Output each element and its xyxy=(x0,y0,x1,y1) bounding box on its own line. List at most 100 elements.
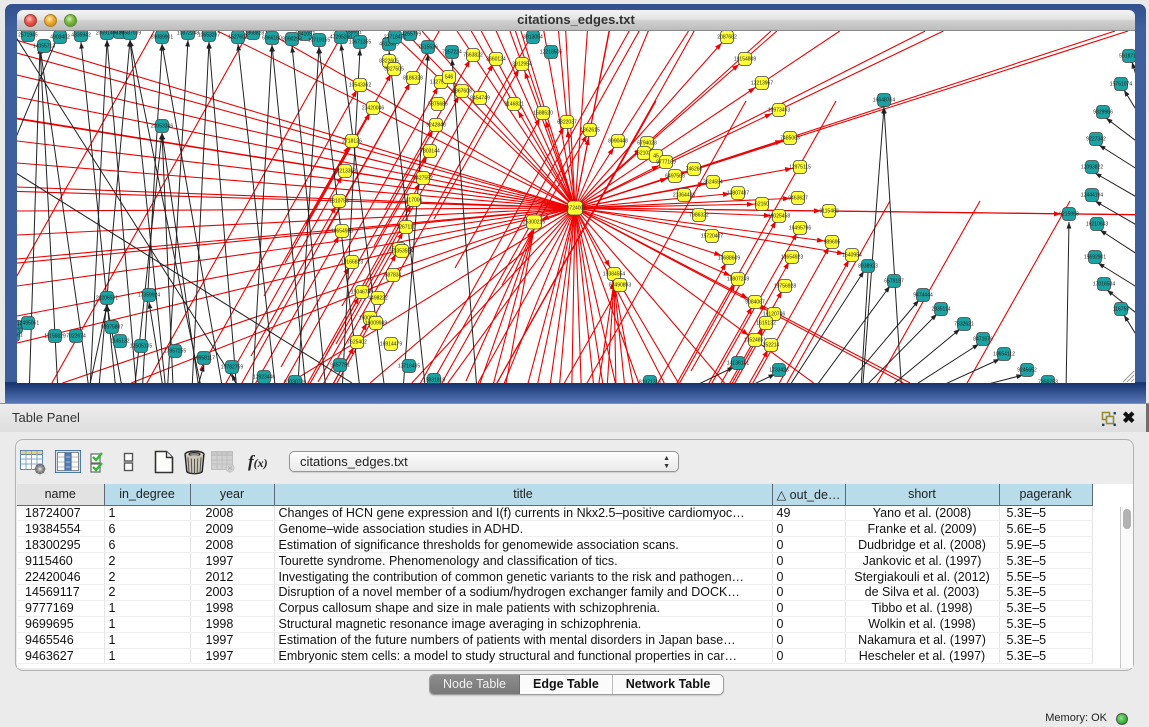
svg-text:20206531: 20206531 xyxy=(96,296,118,302)
svg-text:2718126: 2718126 xyxy=(342,139,362,145)
svg-text:989695: 989695 xyxy=(824,240,841,246)
svg-text:8938923: 8938923 xyxy=(858,264,878,270)
svg-text:587834: 587834 xyxy=(385,273,402,279)
svg-text:87490893: 87490893 xyxy=(609,283,631,289)
svg-text:91030736: 91030736 xyxy=(284,380,306,384)
svg-text:17957255: 17957255 xyxy=(164,349,186,355)
svg-text:12093822: 12093822 xyxy=(1081,165,1103,171)
svg-text:8427552: 8427552 xyxy=(413,176,433,182)
svg-text:9215958: 9215958 xyxy=(1059,212,1079,218)
svg-text:16210643: 16210643 xyxy=(1086,222,1108,228)
svg-text:20053346: 20053346 xyxy=(151,124,173,130)
svg-text:16009949: 16009949 xyxy=(365,321,387,327)
svg-text:16648764: 16648764 xyxy=(873,98,895,104)
svg-text:3660124: 3660124 xyxy=(486,57,506,63)
svg-text:9227342: 9227342 xyxy=(1086,137,1106,143)
svg-text:5918715: 5918715 xyxy=(1119,54,1135,60)
svg-text:7632621: 7632621 xyxy=(954,322,974,328)
svg-text:417006: 417006 xyxy=(406,198,423,204)
svg-text:8813054: 8813054 xyxy=(523,35,543,41)
svg-text:62160: 62160 xyxy=(755,202,769,208)
svg-text:10719155: 10719155 xyxy=(308,38,330,44)
svg-text:13654923: 13654923 xyxy=(781,255,803,261)
svg-text:2571945: 2571945 xyxy=(18,33,38,39)
svg-text:1527602: 1527602 xyxy=(228,35,248,41)
svg-text:10025458: 10025458 xyxy=(768,214,790,220)
svg-text:3915161: 3915161 xyxy=(17,333,23,339)
svg-text:8990448: 8990448 xyxy=(608,139,628,145)
svg-text:10654112: 10654112 xyxy=(993,352,1015,358)
svg-text:20691406: 20691406 xyxy=(96,31,118,37)
svg-text:4903402: 4903402 xyxy=(50,35,70,41)
svg-text:6322037: 6322037 xyxy=(557,120,577,126)
svg-text:23718431: 23718431 xyxy=(384,35,406,41)
svg-text:81971316: 81971316 xyxy=(639,380,661,384)
svg-text:1733426: 1733426 xyxy=(769,368,789,374)
svg-text:7803144: 7803144 xyxy=(420,149,440,155)
svg-text:21364436: 21364436 xyxy=(673,193,695,199)
svg-text:6497568: 6497568 xyxy=(665,174,685,180)
svg-text:9474444: 9474444 xyxy=(913,293,933,299)
svg-text:14136141: 14136141 xyxy=(727,361,749,367)
svg-text:7515526: 7515526 xyxy=(418,45,438,51)
svg-text:17016534: 17016534 xyxy=(1093,282,1115,288)
svg-text:19166823: 19166823 xyxy=(341,260,363,266)
svg-text:15751074: 15751074 xyxy=(1110,82,1132,88)
svg-text:10807487: 10807487 xyxy=(727,191,749,197)
svg-text:9245652: 9245652 xyxy=(1017,368,1037,374)
svg-text:9777169: 9777169 xyxy=(656,160,676,166)
svg-text:23420046: 23420046 xyxy=(362,106,384,112)
svg-text:93975887: 93975887 xyxy=(101,325,123,331)
svg-text:9457791: 9457791 xyxy=(330,363,350,369)
svg-text:11156829: 11156829 xyxy=(44,334,66,340)
svg-text:16154808: 16154808 xyxy=(734,57,756,63)
svg-text:13353594: 13353594 xyxy=(391,249,413,255)
svg-text:9146821: 9146821 xyxy=(504,102,524,108)
svg-text:6794028: 6794028 xyxy=(637,141,657,147)
svg-text:15720407: 15720407 xyxy=(701,234,723,240)
svg-text:9329966: 9329966 xyxy=(1093,110,1113,116)
svg-text:10782759: 10782759 xyxy=(221,365,243,371)
svg-text:546: 546 xyxy=(445,75,454,81)
svg-text:16495796: 16495796 xyxy=(789,226,811,232)
svg-text:10688609: 10688609 xyxy=(718,256,740,262)
svg-text:7357224: 7357224 xyxy=(442,50,462,56)
svg-text:9115460: 9115460 xyxy=(819,209,838,215)
svg-text:9242848: 9242848 xyxy=(426,123,446,129)
svg-text:9463627: 9463627 xyxy=(788,196,808,202)
svg-text:16914479: 16914479 xyxy=(380,342,402,348)
svg-text:3624554: 3624554 xyxy=(703,180,723,186)
svg-text:1588520: 1588520 xyxy=(533,111,553,117)
svg-text:116753: 116753 xyxy=(1113,307,1130,313)
svg-text:15692901: 15692901 xyxy=(1084,255,1106,261)
svg-text:7663822: 7663822 xyxy=(463,53,483,59)
svg-text:10653287: 10653287 xyxy=(198,33,220,39)
svg-text:12923446: 12923446 xyxy=(253,375,275,381)
svg-text:25300215: 25300215 xyxy=(523,220,545,226)
svg-text:6966160: 6966160 xyxy=(262,36,282,42)
svg-text:10872248: 10872248 xyxy=(177,31,199,37)
svg-text:19384554: 19384554 xyxy=(603,272,625,278)
svg-text:12444194: 12444194 xyxy=(1081,193,1103,199)
svg-text:10543362: 10543362 xyxy=(349,83,371,89)
svg-text:8471676: 8471676 xyxy=(973,337,993,343)
svg-text:9084067: 9084067 xyxy=(745,300,765,306)
svg-text:17359924: 17359924 xyxy=(138,293,160,299)
svg-text:1145132: 1145132 xyxy=(110,339,129,345)
svg-text:19654983: 19654983 xyxy=(331,229,353,235)
svg-text:18724007: 18724007 xyxy=(564,206,586,212)
svg-text:13716485: 13716485 xyxy=(398,364,420,370)
svg-text:89089901: 89089901 xyxy=(151,35,173,41)
svg-text:746266: 746266 xyxy=(686,167,703,173)
svg-text:7485063: 7485063 xyxy=(780,136,800,142)
svg-text:7022674: 7022674 xyxy=(66,334,86,340)
svg-text:18807249: 18807249 xyxy=(727,277,749,283)
svg-text:8454749: 8454749 xyxy=(470,96,490,102)
svg-text:4335942: 4335942 xyxy=(71,33,91,39)
svg-text:1810755: 1810755 xyxy=(329,199,349,205)
svg-text:19756928: 19756928 xyxy=(774,284,796,290)
svg-text:39587039: 39587039 xyxy=(119,31,141,37)
svg-text:5875685: 5875685 xyxy=(428,102,448,108)
svg-text:12975115: 12975115 xyxy=(789,165,811,171)
svg-text:2087682: 2087682 xyxy=(717,35,737,41)
